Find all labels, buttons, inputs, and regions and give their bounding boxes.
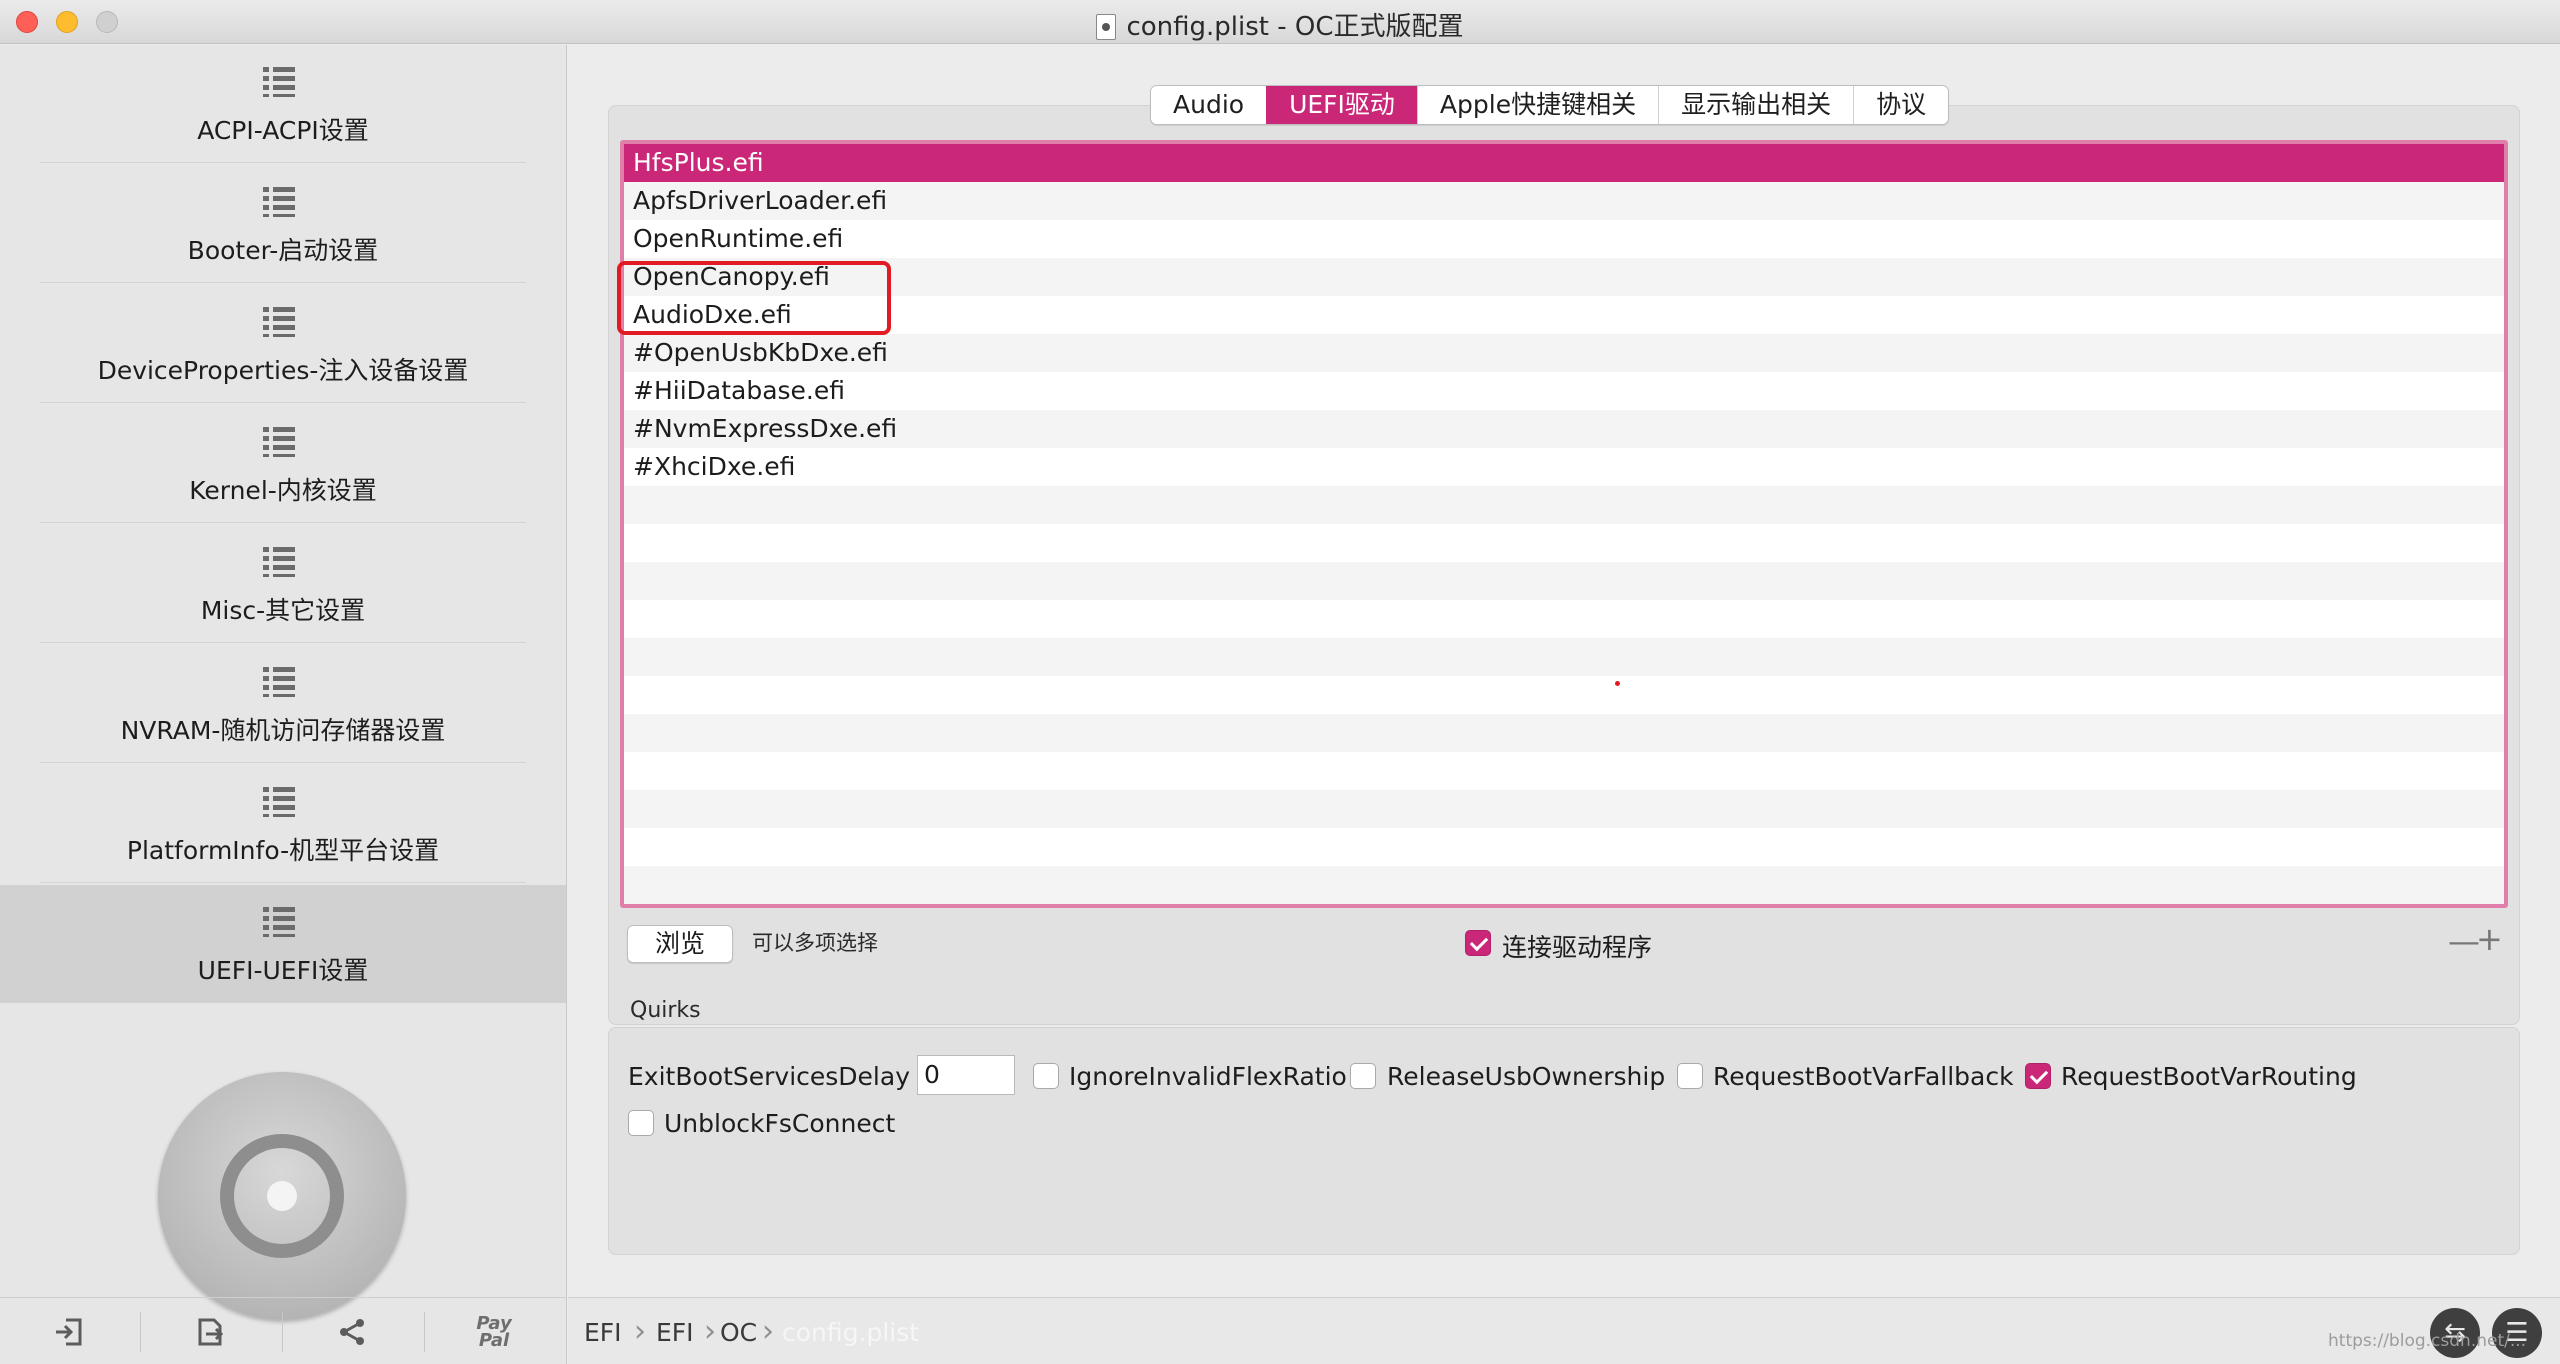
list-icon	[263, 307, 295, 337]
breadcrumb-item[interactable]: EFI	[656, 1318, 694, 1347]
list-icon	[263, 907, 295, 937]
window-title: config.plist - OC正式版配置	[0, 6, 2560, 43]
empty-row	[624, 714, 2504, 752]
sidebar-item-booter[interactable]: Booter-启动设置	[0, 165, 566, 283]
path-bar: EFI › EFI › OC › config.plist ⇆ ☰	[568, 1297, 2560, 1364]
tab-display-output[interactable]: 显示输出相关	[1658, 86, 1854, 124]
exit-boot-services-delay-label: ExitBootServicesDelay	[628, 1062, 910, 1091]
drivers-list[interactable]: HfsPlus.efi ApfsDriverLoader.efi OpenRun…	[620, 140, 2508, 908]
sidebar-item-label: DeviceProperties-注入设备设置	[97, 356, 469, 385]
empty-row	[624, 562, 2504, 600]
unblock-fs-connect-label: UnblockFsConnect	[664, 1109, 896, 1138]
tab-audio[interactable]: Audio	[1151, 86, 1267, 124]
multi-select-hint: 可以多项选择	[752, 931, 878, 955]
import-icon[interactable]	[38, 1312, 98, 1352]
list-item[interactable]: #NvmExpressDxe.efi	[624, 410, 2504, 448]
empty-row	[624, 676, 2504, 714]
app-logo-gear-icon	[158, 1072, 406, 1320]
list-icon	[263, 787, 295, 817]
drivers-list-wrapper: HfsPlus.efi ApfsDriverLoader.efi OpenRun…	[617, 140, 2508, 908]
list-icon	[263, 547, 295, 577]
list-item[interactable]: #OpenUsbKbDxe.efi	[624, 334, 2504, 372]
sidebar-item-label: UEFI-UEFI设置	[197, 956, 369, 985]
breadcrumb-item[interactable]: OC	[720, 1318, 757, 1347]
release-usb-ownership-label: ReleaseUsbOwnership	[1387, 1062, 1666, 1091]
sidebar-item-uefi[interactable]: UEFI-UEFI设置	[0, 885, 566, 1003]
empty-row	[624, 790, 2504, 828]
list-icon	[263, 67, 295, 97]
empty-row	[624, 486, 2504, 524]
exit-boot-services-delay-field[interactable]: 0	[917, 1055, 1015, 1095]
list-item[interactable]: HfsPlus.efi	[624, 144, 2504, 182]
sidebar-item-label: Misc-其它设置	[200, 596, 366, 625]
connect-drivers-label: 连接驱动程序	[1502, 933, 1653, 962]
request-boot-var-fallback-checkbox[interactable]	[1677, 1063, 1703, 1089]
sidebar-item-platforminfo[interactable]: PlatformInfo-机型平台设置	[0, 765, 566, 883]
paypal-label: Pay Pal	[476, 1313, 512, 1351]
tab-apple-shortcuts[interactable]: Apple快捷键相关	[1416, 86, 1659, 124]
annotation-dot	[1615, 681, 1620, 686]
sidebar-item-label: Kernel-内核设置	[189, 476, 377, 505]
empty-row	[624, 638, 2504, 676]
export-icon[interactable]	[180, 1312, 240, 1352]
sidebar-item-acpi[interactable]: ACPI-ACPI设置	[0, 45, 566, 163]
browse-button[interactable]: 浏览	[627, 925, 733, 963]
request-boot-var-routing-label: RequestBootVarRouting	[2061, 1062, 2357, 1091]
sidebar-item-deviceproperties[interactable]: DeviceProperties-注入设备设置	[0, 285, 566, 403]
sidebar-footer: Pay Pal	[0, 1297, 566, 1364]
annotation-highlight-box	[617, 261, 891, 335]
tab-protocols[interactable]: 协议	[1853, 86, 1949, 124]
breadcrumb-separator: ›	[704, 1314, 716, 1349]
request-boot-var-fallback-label: RequestBootVarFallback	[1713, 1062, 2014, 1091]
sidebar-item-nvram[interactable]: NVRAM-随机访问存储器设置	[0, 645, 566, 763]
request-boot-var-routing-checkbox[interactable]	[2025, 1063, 2051, 1089]
list-item[interactable]: OpenCanopy.efi	[624, 258, 2504, 296]
release-usb-ownership-checkbox[interactable]	[1350, 1063, 1376, 1089]
list-icon	[263, 427, 295, 457]
list-item[interactable]: OpenRuntime.efi	[624, 220, 2504, 258]
document-icon	[1096, 14, 1117, 40]
ignore-invalid-flex-ratio-label: IgnoreInvalidFlexRatio	[1069, 1062, 1347, 1091]
list-item[interactable]: #HiiDatabase.efi	[624, 372, 2504, 410]
sidebar: ACPI-ACPI设置 Booter-启动设置 DeviceProperties…	[0, 45, 567, 1364]
breadcrumb-separator: ›	[634, 1314, 646, 1349]
sidebar-item-kernel[interactable]: Kernel-内核设置	[0, 405, 566, 523]
window-title-text: config.plist - OC正式版配置	[1126, 12, 1464, 42]
breadcrumb-item[interactable]: config.plist	[782, 1318, 919, 1347]
sidebar-item-label: ACPI-ACPI设置	[197, 116, 369, 145]
empty-row	[624, 866, 2504, 904]
list-icon	[263, 187, 295, 217]
add-button[interactable]: +	[2476, 920, 2503, 958]
sidebar-item-label: Booter-启动设置	[187, 236, 379, 265]
list-item[interactable]: #XhciDxe.efi	[624, 448, 2504, 486]
connect-drivers-checkbox[interactable]	[1465, 930, 1491, 956]
tab-uefi-drivers[interactable]: UEFI驱动	[1266, 86, 1417, 124]
unblock-fs-connect-checkbox[interactable]	[628, 1110, 654, 1136]
list-icon	[263, 667, 295, 697]
list-item[interactable]: AudioDxe.efi	[624, 296, 2504, 334]
breadcrumb-item[interactable]: EFI	[584, 1318, 622, 1347]
share-icon[interactable]	[322, 1312, 382, 1352]
sidebar-item-label: PlatformInfo-机型平台设置	[126, 836, 440, 865]
quirks-title: Quirks	[630, 998, 701, 1023]
empty-row	[624, 828, 2504, 866]
sidebar-item-misc[interactable]: Misc-其它设置	[0, 525, 566, 643]
watermark-text: https://blog.csdn.net/...	[2328, 1331, 2527, 1351]
title-bar: config.plist - OC正式版配置	[0, 0, 2560, 44]
breadcrumb-separator: ›	[762, 1314, 774, 1349]
paypal-icon[interactable]: Pay Pal	[464, 1312, 524, 1352]
sidebar-item-label: NVRAM-随机访问存储器设置	[120, 716, 446, 745]
ignore-invalid-flex-ratio-checkbox[interactable]	[1033, 1063, 1059, 1089]
list-item[interactable]: ApfsDriverLoader.efi	[624, 182, 2504, 220]
empty-row	[624, 524, 2504, 562]
empty-row	[624, 600, 2504, 638]
tab-bar: Audio UEFI驱动 Apple快捷键相关 显示输出相关 协议	[1150, 85, 1950, 125]
empty-row	[624, 752, 2504, 790]
